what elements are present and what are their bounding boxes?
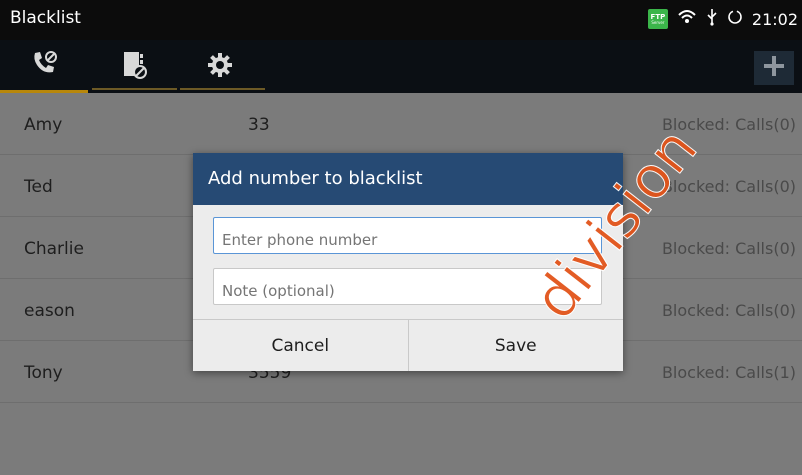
cancel-button[interactable]: Cancel (193, 320, 408, 371)
save-button[interactable]: Save (407, 320, 623, 371)
network-icon (677, 9, 697, 29)
tab-contact-blacklist[interactable] (92, 40, 177, 93)
contact-name: Tony (24, 363, 63, 383)
usb-icon (706, 8, 718, 30)
blocked-status: Blocked: Calls(1) (661, 363, 796, 382)
status-bar: Blacklist FTP Server 21:02 (0, 0, 802, 40)
blocked-status: Blocked: Calls(0) (661, 301, 796, 320)
dialog-title: Add number to blacklist (193, 153, 623, 205)
plus-icon (763, 55, 785, 81)
contact-name: eason (24, 301, 75, 321)
gear-icon (206, 51, 234, 83)
clock-time: 21:02 (751, 9, 798, 29)
tab-call-blacklist[interactable] (0, 40, 88, 93)
contact-number: 33 (248, 115, 270, 135)
sync-icon (727, 9, 743, 29)
phone-number-input[interactable] (213, 217, 602, 254)
add-button[interactable] (754, 51, 794, 85)
phone-block-icon (29, 49, 59, 81)
blocked-status: Blocked: Calls(0) (661, 239, 796, 258)
status-icons: FTP Server 21:02 (647, 8, 798, 30)
app-title: Blacklist (10, 8, 81, 28)
contact-name: Charlie (24, 239, 84, 259)
blocked-status: Blocked: Calls(0) (661, 115, 796, 134)
ftp-sub-label: Server (651, 19, 665, 25)
toolbar (0, 40, 802, 93)
contact-name: Ted (24, 177, 53, 197)
contact-block-icon (122, 50, 148, 84)
dialog-buttons: Cancel Save (193, 319, 623, 371)
ftp-server-icon: FTP Server (647, 9, 668, 29)
tab-settings[interactable] (180, 40, 260, 93)
contact-name: Amy (24, 115, 63, 135)
